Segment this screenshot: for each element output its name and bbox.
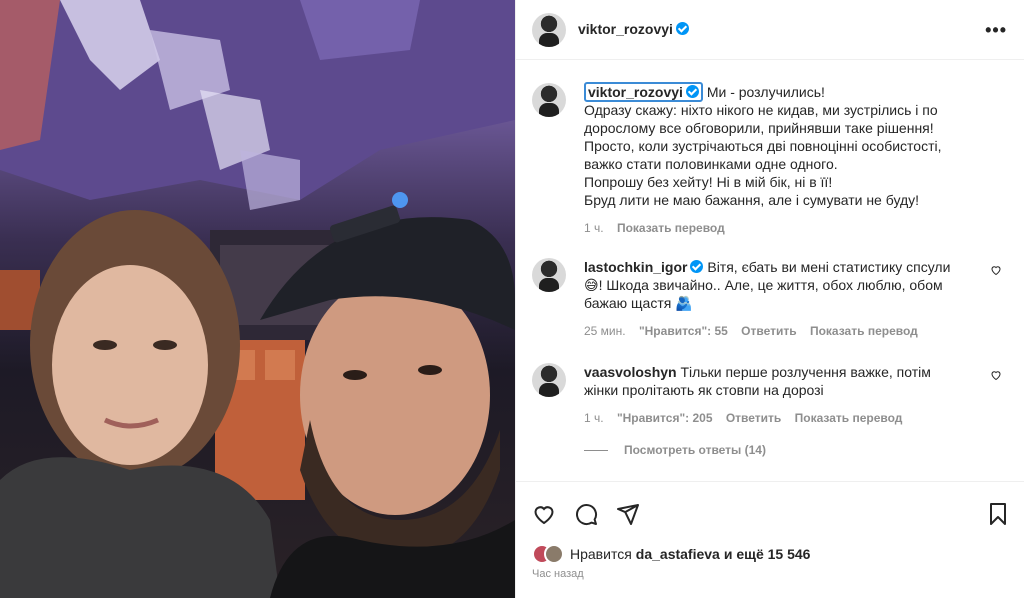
caption-line: Попрошу без хейту! Ні в мій бік, ні в її… — [584, 174, 833, 190]
post-details-pane: viktor_rozovyi ••• viktor_rozovyi Ми - р… — [515, 0, 1024, 598]
comment-likes-count[interactable]: "Нравится": 205 — [617, 411, 713, 425]
comment-likes-count[interactable]: "Нравится": 55 — [639, 324, 728, 338]
post-actions: Нравится da_astafieva и ещё 15 546 Час н… — [516, 481, 1024, 598]
comment-text: Вітя, єбать ви мені статистику спсули — [707, 259, 951, 275]
caption-line: Просто, коли зустрічаються дві повноцінн… — [584, 138, 942, 154]
liker-username[interactable]: da_astafieva — [636, 546, 720, 562]
comment-time: 1 ч. — [584, 411, 604, 425]
comment-time: 25 мин. — [584, 324, 626, 338]
comment-translate-button[interactable]: Показать перевод — [810, 324, 918, 338]
comments-list[interactable]: viktor_rozovyi Ми - розлучились! Одразу … — [516, 61, 1024, 481]
caption-first-line: Ми - розлучились! — [706, 84, 825, 100]
likes-summary: Нравится da_astafieva и ещё 15 546 — [532, 544, 810, 564]
caption-line: дорослому все обговорили, прийнявши таке… — [584, 120, 934, 136]
bookmark-icon[interactable] — [986, 502, 1010, 526]
view-replies-button[interactable]: Посмотреть ответы (14) — [584, 443, 766, 457]
author-avatar[interactable] — [532, 13, 566, 47]
post-photo[interactable] — [0, 0, 515, 598]
comment-text: бажаю щастя 🫂 — [584, 295, 693, 311]
author-username[interactable]: viktor_rozovyi — [578, 21, 673, 37]
verified-icon — [685, 85, 699, 98]
author-name-wrap: viktor_rozovyi — [578, 21, 689, 39]
comment-text: Тільки перше розлучення важке, потім — [680, 364, 931, 380]
caption-line: Одразу скажу: ніхто нікого не кидав, ми … — [584, 102, 938, 118]
comment-body: vaasvoloshyn Тільки перше розлучення важ… — [584, 363, 984, 427]
liker-avatar — [544, 544, 564, 564]
caption-body: viktor_rozovyi Ми - розлучились! Одразу … — [584, 82, 984, 237]
comment-bubble-icon[interactable] — [574, 502, 598, 526]
comment-reply-button[interactable]: Ответить — [726, 411, 781, 425]
more-options-button[interactable]: ••• — [985, 20, 1007, 41]
caption-username-text: viktor_rozovyi — [588, 84, 683, 100]
comment-meta: 1 ч. "Нравится": 205 Ответить Показать п… — [584, 409, 984, 427]
post-header: viktor_rozovyi ••• — [516, 0, 1024, 60]
verified-icon — [675, 22, 689, 35]
comment-avatar[interactable] — [532, 363, 566, 397]
comment-username[interactable]: vaasvoloshyn — [584, 364, 677, 380]
comment-translate-button[interactable]: Показать перевод — [795, 411, 903, 425]
likes-prefix: Нравится — [570, 546, 632, 562]
caption-meta: 1 ч. Показать перевод — [584, 219, 984, 237]
caption-line: важко стати половинками одне одного. — [584, 156, 838, 172]
comment-reply-button[interactable]: Ответить — [741, 324, 796, 338]
caption-translate-button[interactable]: Показать перевод — [617, 221, 725, 235]
caption-username[interactable]: viktor_rozovyi — [584, 82, 703, 102]
verified-icon — [690, 260, 704, 273]
comment-like-heart-icon[interactable] — [990, 264, 1002, 276]
comment-text: жінки пролітають як стовпи на дорозі — [584, 382, 824, 398]
comment-body: lastochkin_igor Вітя, єбать ви мені стат… — [584, 258, 984, 340]
like-heart-icon[interactable] — [532, 502, 556, 526]
post-timestamp: Час назад — [532, 568, 584, 580]
view-replies-label: Посмотреть ответы (14) — [624, 443, 766, 457]
comment-meta: 25 мин. "Нравится": 55 Ответить Показать… — [584, 322, 984, 340]
comment-avatar[interactable] — [532, 258, 566, 292]
share-send-icon[interactable] — [616, 502, 640, 526]
caption-time: 1 ч. — [584, 221, 604, 235]
caption-avatar[interactable] — [532, 83, 566, 117]
comment-like-heart-icon[interactable] — [990, 369, 1002, 381]
photo-illustration — [0, 0, 515, 598]
likes-count[interactable]: и ещё 15 546 — [724, 546, 811, 562]
caption-line: Бруд лити не маю бажання, але і сумувати… — [584, 192, 920, 208]
comment-text: 😅! Шкода звичайно.. Але, це життя, обох … — [584, 277, 943, 293]
comment-username[interactable]: lastochkin_igor — [584, 259, 687, 275]
replies-divider — [584, 450, 608, 452]
